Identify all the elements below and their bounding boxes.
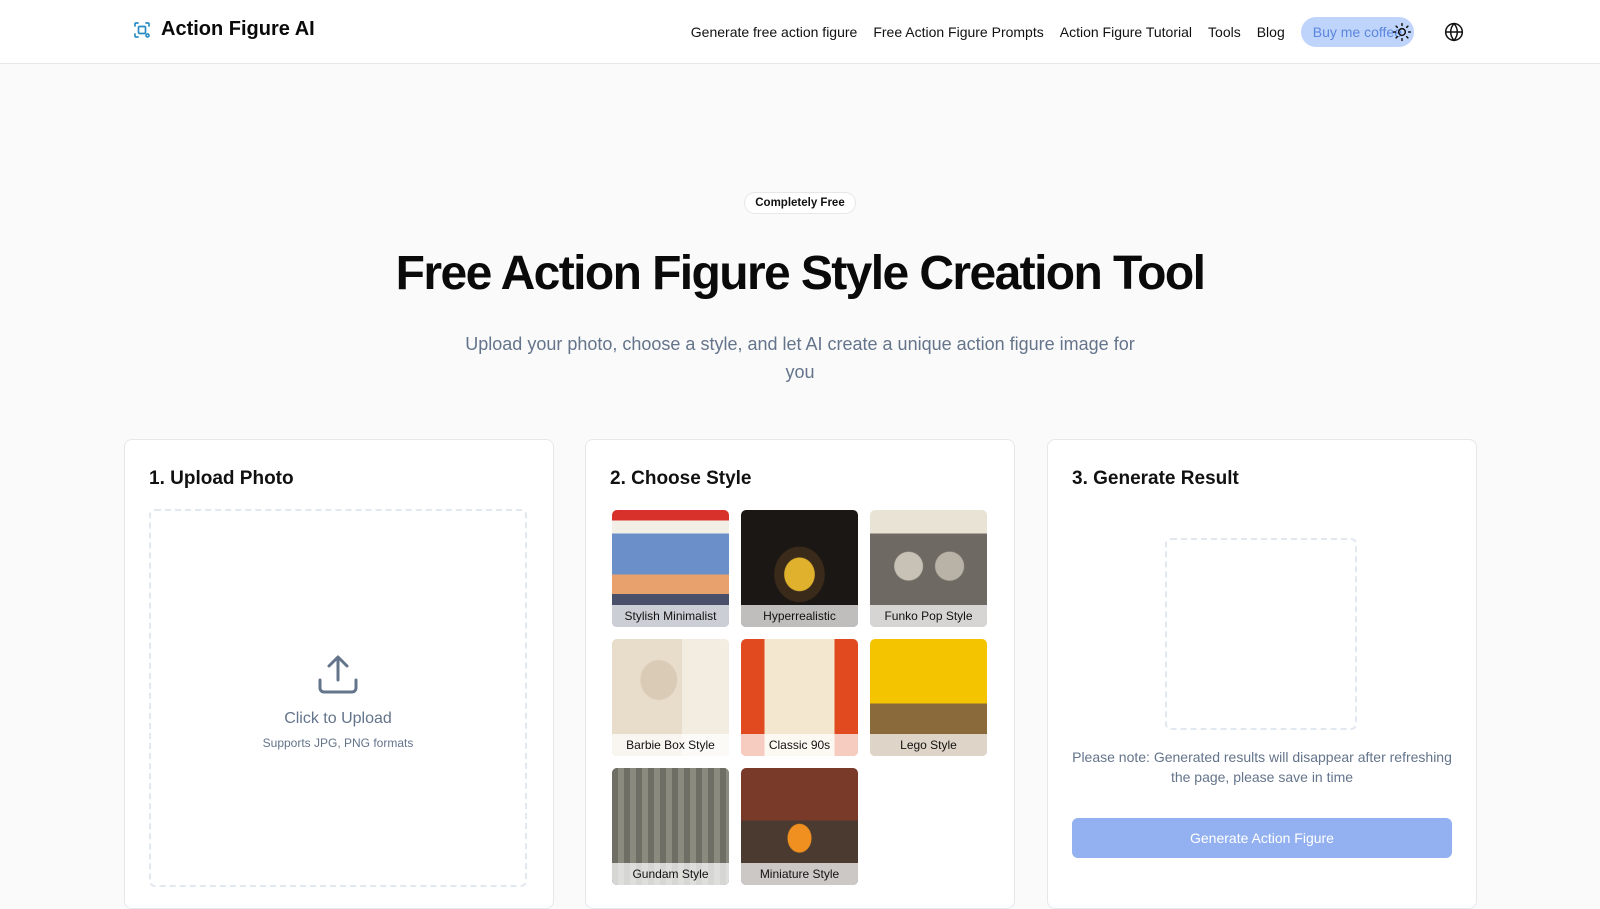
style-label: Gundam Style xyxy=(612,863,729,885)
free-badge: Completely Free xyxy=(744,192,856,214)
nav-generate-link[interactable]: Generate free action figure xyxy=(691,24,858,40)
style-label: Funko Pop Style xyxy=(870,605,987,627)
style-label: Lego Style xyxy=(870,734,987,756)
result-note: Please note: Generated results will disa… xyxy=(1072,749,1452,785)
style-label: Miniature Style xyxy=(741,863,858,885)
brand-name: Action Figure AI xyxy=(161,18,315,40)
style-label: Barbie Box Style xyxy=(612,734,729,756)
style-option-lego[interactable]: Lego Style xyxy=(870,639,987,756)
sun-icon xyxy=(1392,22,1412,42)
upload-icon xyxy=(316,652,360,696)
style-card: 2. Choose Style Stylish Minimalist Hyper… xyxy=(585,439,1015,909)
result-preview xyxy=(1165,538,1357,730)
language-button[interactable] xyxy=(1442,20,1466,44)
style-option-gundam[interactable]: Gundam Style xyxy=(612,768,729,885)
nav-blog-link[interactable]: Blog xyxy=(1257,24,1285,40)
upload-formats-text: Supports JPG, PNG formats xyxy=(262,736,414,750)
upload-dropzone[interactable]: Click to Upload Supports JPG, PNG format… xyxy=(149,509,527,887)
style-grid: Stylish Minimalist Hyperrealistic Funko … xyxy=(612,510,987,885)
site-header: Action Figure AI Generate free action fi… xyxy=(0,0,1600,64)
brand-link[interactable]: Action Figure AI xyxy=(132,18,315,41)
main-nav: Generate free action figure Free Action … xyxy=(691,16,1414,48)
style-option-funko-pop[interactable]: Funko Pop Style xyxy=(870,510,987,627)
upload-card: 1. Upload Photo Click to Upload Supports… xyxy=(124,439,554,909)
style-label: Classic 90s xyxy=(741,734,858,756)
generate-button[interactable]: Generate Action Figure xyxy=(1072,818,1452,858)
page-subtitle: Upload your photo, choose a style, and l… xyxy=(465,334,1135,382)
nav-tutorial-link[interactable]: Action Figure Tutorial xyxy=(1060,24,1192,40)
free-badge-wrap: Completely Free xyxy=(0,192,1600,214)
style-card-title: 2. Choose Style xyxy=(610,468,752,489)
logo-icon xyxy=(132,20,152,40)
style-option-barbie-box[interactable]: Barbie Box Style xyxy=(612,639,729,756)
nav-tools-link[interactable]: Tools xyxy=(1208,24,1241,40)
result-card-title: 3. Generate Result xyxy=(1072,468,1239,489)
style-label: Hyperrealistic xyxy=(741,605,858,627)
upload-card-title: 1. Upload Photo xyxy=(149,468,294,489)
style-label: Stylish Minimalist xyxy=(612,605,729,627)
globe-icon xyxy=(1444,22,1464,42)
style-option-stylish-minimalist[interactable]: Stylish Minimalist xyxy=(612,510,729,627)
page-title: Free Action Figure Style Creation Tool xyxy=(395,247,1206,300)
style-option-classic-90s[interactable]: Classic 90s xyxy=(741,639,858,756)
style-option-miniature[interactable]: Miniature Style xyxy=(741,768,858,885)
theme-toggle-button[interactable] xyxy=(1390,20,1414,44)
nav-prompts-link[interactable]: Free Action Figure Prompts xyxy=(873,24,1043,40)
style-option-hyperrealistic[interactable]: Hyperrealistic xyxy=(741,510,858,627)
result-card: 3. Generate Result Please note: Generate… xyxy=(1047,439,1477,909)
upload-cta-text: Click to Upload xyxy=(284,710,392,727)
